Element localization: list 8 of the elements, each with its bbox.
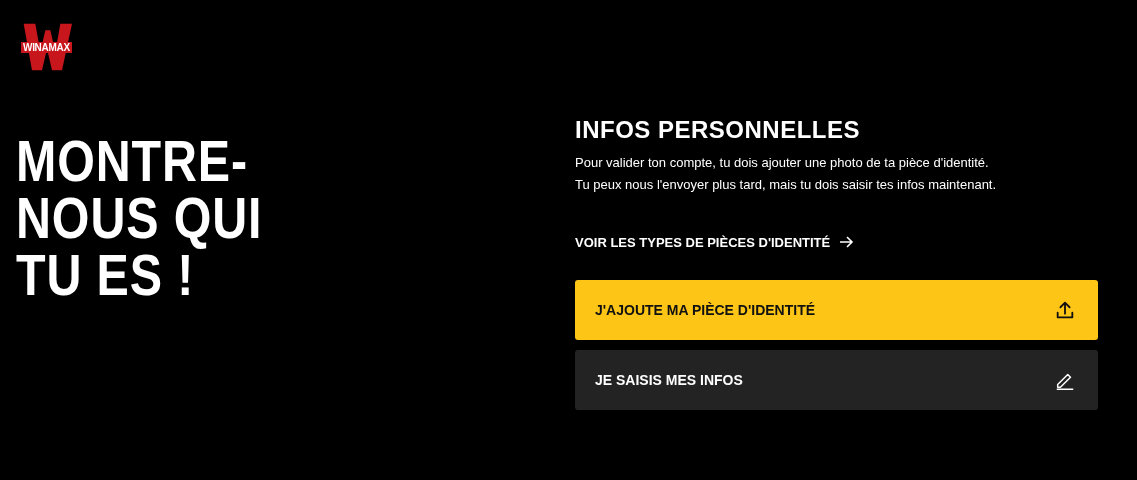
description: Pour valider ton compte, tu dois ajouter une photo de ta pièce d'identité. Tu peux nous l'envoyer plus tard, mais tu dois saisir tes infos maintenant. xyxy=(575,154,998,194)
id-types-link[interactable]: VOIR LES TYPES DE PIÈCES D'IDENTITÉ xyxy=(575,234,855,250)
upload-id-button[interactable]: J'AJOUTE MA PIÈCE D'IDENTITÉ xyxy=(575,280,1098,340)
upload-icon xyxy=(1054,299,1076,321)
section-title: INFOS PERSONNELLES xyxy=(575,116,862,144)
arrow-right-icon xyxy=(838,234,855,250)
headline: MONTRE- NOUS QUI TU ES ! xyxy=(16,133,264,304)
enter-info-button[interactable]: JE SAISIS MES INFOS xyxy=(575,350,1098,410)
